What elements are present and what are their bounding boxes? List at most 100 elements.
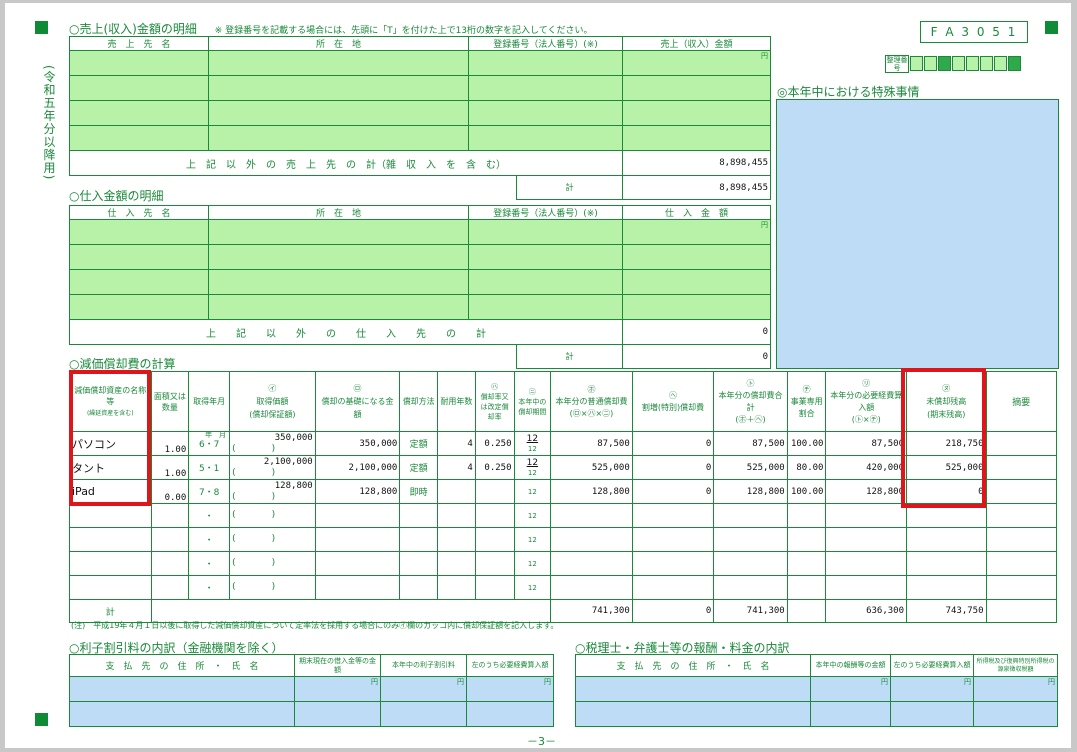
interest-balance-cell[interactable]: [294, 701, 381, 727]
dep-life[interactable]: [437, 479, 476, 504]
dep-life[interactable]: 4: [437, 431, 476, 456]
dep-rate[interactable]: [474, 479, 515, 504]
dep-special[interactable]: [631, 527, 715, 552]
dep-expense[interactable]: [825, 575, 908, 600]
dep-expense[interactable]: [825, 527, 908, 552]
sales-total-value[interactable]: 8,898,455: [622, 175, 771, 200]
dep-expense[interactable]: [825, 503, 908, 528]
purchase-total-value[interactable]: 0: [622, 344, 771, 369]
dep-rate[interactable]: [474, 503, 515, 528]
tax-withholding-cell[interactable]: 円: [973, 676, 1058, 702]
dep-rate[interactable]: 0.250: [474, 455, 515, 480]
dep-method[interactable]: [399, 503, 439, 528]
dep-quantity[interactable]: [150, 527, 190, 552]
sales-regno-cell[interactable]: [468, 50, 623, 76]
ref-digit[interactable]: [994, 56, 1007, 71]
dep-life[interactable]: 4: [437, 455, 476, 480]
dep-special[interactable]: 0: [631, 431, 715, 456]
dep-quantity[interactable]: 1.00: [150, 455, 190, 480]
sales-address-cell[interactable]: [208, 125, 469, 151]
dep-ratio[interactable]: [786, 503, 827, 528]
interest-interest-cell[interactable]: [380, 701, 467, 727]
dep-acq-date[interactable]: ・: [188, 575, 231, 600]
dep-acq-cost[interactable]: 128,800( ): [229, 479, 316, 504]
dep-normal[interactable]: [550, 551, 633, 576]
sales-customer-cell[interactable]: [69, 50, 209, 76]
ref-digit[interactable]: [910, 56, 923, 71]
interest-interest-cell[interactable]: 円: [380, 676, 467, 702]
dep-acq-cost[interactable]: ( ): [229, 527, 316, 552]
purchase-regno-cell[interactable]: [468, 219, 623, 245]
dep-months[interactable]: 12: [513, 479, 552, 504]
dep-method[interactable]: 定額: [399, 431, 439, 456]
dep-acq-cost[interactable]: ( ): [229, 575, 316, 600]
dep-acq-date[interactable]: 7・8: [188, 479, 231, 504]
dep-base[interactable]: [314, 551, 401, 576]
sales-customer-cell[interactable]: [69, 100, 209, 126]
purchase-regno-cell[interactable]: [468, 294, 623, 320]
dep-rate[interactable]: 0.250: [474, 431, 515, 456]
dep-ratio[interactable]: [786, 551, 827, 576]
sales-regno-cell[interactable]: [468, 125, 623, 151]
purchase-regno-cell[interactable]: [468, 244, 623, 270]
dep-base[interactable]: [314, 527, 401, 552]
sales-amount-cell[interactable]: [622, 125, 771, 151]
dep-remaining[interactable]: [906, 527, 987, 552]
dep-acq-cost[interactable]: 350,000( ): [229, 431, 316, 456]
dep-remarks[interactable]: [985, 455, 1058, 480]
dep-quantity[interactable]: 1.00: [150, 431, 190, 456]
ref-digit[interactable]: [980, 56, 993, 71]
purchase-amount-cell[interactable]: [622, 244, 771, 270]
dep-total-total[interactable]: 741,300: [713, 599, 788, 623]
sales-other-value[interactable]: 8,898,455: [622, 150, 771, 176]
dep-total[interactable]: [713, 527, 788, 552]
sales-address-cell[interactable]: [208, 50, 469, 76]
sales-regno-cell[interactable]: [468, 75, 623, 101]
dep-special[interactable]: 0: [631, 479, 715, 504]
purchase-amount-cell[interactable]: [622, 269, 771, 295]
dep-normal[interactable]: 525,000: [550, 455, 633, 480]
dep-expense[interactable]: 87,500: [825, 431, 908, 456]
dep-remarks[interactable]: [985, 527, 1058, 552]
sales-customer-cell[interactable]: [69, 125, 209, 151]
dep-remaining[interactable]: [906, 551, 987, 576]
dep-months[interactable]: 12 12: [513, 431, 552, 456]
dep-total[interactable]: [713, 551, 788, 576]
dep-months[interactable]: 12: [513, 575, 552, 600]
dep-acq-cost[interactable]: ( ): [229, 551, 316, 576]
dep-life[interactable]: [437, 503, 476, 528]
dep-base[interactable]: 350,000: [314, 431, 401, 456]
tax-payee-cell[interactable]: [575, 676, 811, 702]
dep-method[interactable]: [399, 527, 439, 552]
dep-method[interactable]: [399, 575, 439, 600]
dep-total[interactable]: 525,000: [713, 455, 788, 480]
tax-payee-cell[interactable]: [575, 701, 811, 727]
purchase-address-cell[interactable]: [208, 294, 469, 320]
dep-total-normal[interactable]: 741,300: [550, 599, 633, 623]
interest-expense-cell[interactable]: [466, 701, 554, 727]
tax-fee-cell[interactable]: [810, 701, 891, 727]
dep-life[interactable]: [437, 575, 476, 600]
dep-ratio[interactable]: 100.00: [786, 431, 827, 456]
sales-amount-cell[interactable]: [622, 100, 771, 126]
dep-normal[interactable]: [550, 527, 633, 552]
interest-expense-cell[interactable]: 円: [466, 676, 554, 702]
ref-digit[interactable]: [966, 56, 979, 71]
dep-remarks[interactable]: [985, 503, 1058, 528]
sales-address-cell[interactable]: [208, 100, 469, 126]
purchase-supplier-cell[interactable]: [69, 244, 209, 270]
dep-ratio[interactable]: [786, 527, 827, 552]
purchase-supplier-cell[interactable]: [69, 294, 209, 320]
dep-normal[interactable]: 87,500: [550, 431, 633, 456]
dep-total[interactable]: 128,800: [713, 479, 788, 504]
dep-acq-date[interactable]: 6・7 年 月: [188, 431, 231, 456]
dep-method[interactable]: 即時: [399, 479, 439, 504]
dep-base[interactable]: 128,800: [314, 479, 401, 504]
dep-acq-cost[interactable]: 2,100,000( ): [229, 455, 316, 480]
dep-life[interactable]: [437, 527, 476, 552]
dep-quantity[interactable]: [150, 575, 190, 600]
tax-withholding-cell[interactable]: [973, 701, 1058, 727]
sales-customer-cell[interactable]: [69, 75, 209, 101]
purchase-address-cell[interactable]: [208, 244, 469, 270]
dep-method[interactable]: [399, 551, 439, 576]
